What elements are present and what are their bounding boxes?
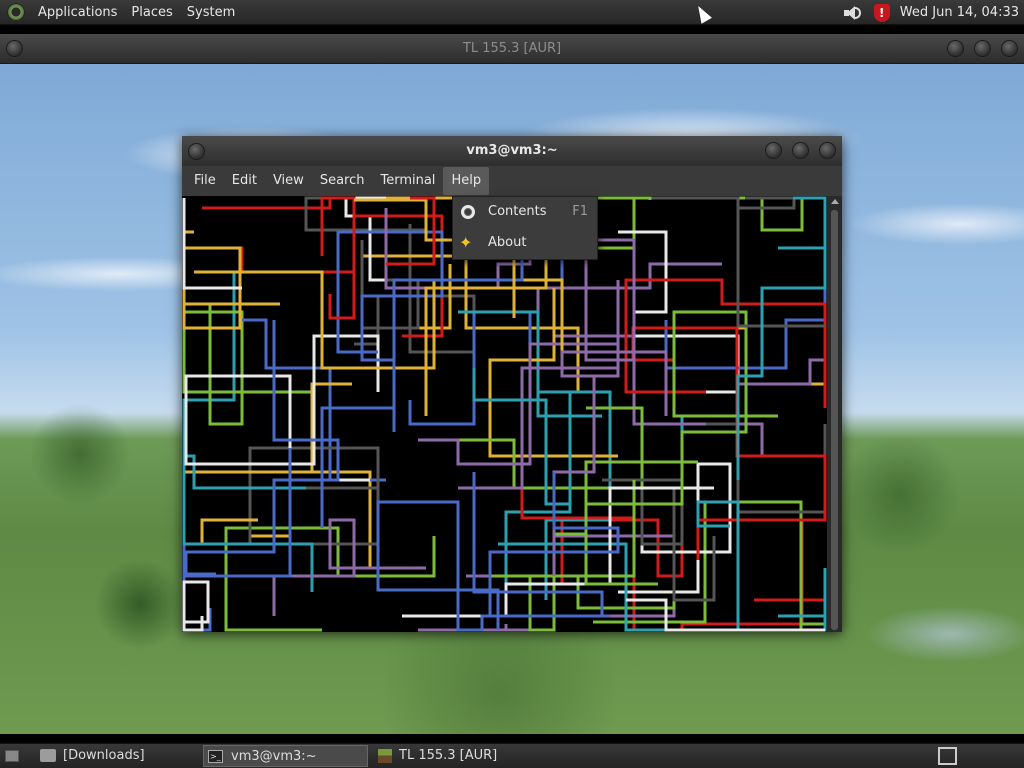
folder-icon <box>40 749 56 762</box>
system-menu[interactable]: System <box>180 0 242 25</box>
top-panel: Applications Places System Wed Jun 14, 0… <box>0 0 1024 25</box>
terminal-scrollbar[interactable] <box>827 196 842 632</box>
menu-view[interactable]: View <box>265 167 312 195</box>
terminal-close-button[interactable] <box>820 143 835 158</box>
panel-tray: Wed Jun 14, 04:33 <box>842 0 1024 25</box>
pipe-segment <box>194 214 444 338</box>
close-button[interactable] <box>1002 41 1017 56</box>
terminal-icon: >_ <box>208 750 223 763</box>
pipe-segment <box>706 422 827 514</box>
help-about-star-icon: ✦ <box>459 233 473 252</box>
help-dropdown-menu: Contents F1 ✦ About <box>452 196 598 260</box>
distro-logo-icon[interactable] <box>7 3 25 21</box>
task-terminal[interactable]: >_ vm3@vm3:~ <box>203 745 368 767</box>
panel-clock[interactable]: Wed Jun 14, 04:33 <box>900 5 1019 20</box>
applications-menu[interactable]: Applications <box>31 0 124 25</box>
workspace-switcher-icon[interactable] <box>938 747 957 765</box>
minimize-button[interactable] <box>948 41 963 56</box>
scrollbar-thumb[interactable] <box>831 210 838 630</box>
pipe-segment <box>736 196 827 480</box>
pipes-screensaver-art <box>182 196 827 632</box>
pipe-segment <box>272 518 426 616</box>
pipe-segment <box>560 496 684 586</box>
places-menu[interactable]: Places <box>124 0 179 25</box>
help-contents-label: Contents <box>488 204 547 219</box>
menu-edit[interactable]: Edit <box>224 167 265 195</box>
task-game-label: TL 155.3 [AUR] <box>399 748 498 763</box>
pipe-segment <box>182 580 210 632</box>
task-downloads-label: [Downloads] <box>63 748 145 763</box>
pipe-segment <box>182 230 280 330</box>
maximize-button[interactable] <box>975 41 990 56</box>
bottom-taskbar: [Downloads] >_ vm3@vm3:~ TL 155.3 [AUR] <box>0 743 1024 768</box>
scroll-up-arrow-icon[interactable] <box>831 199 839 204</box>
terminal-maximize-button[interactable] <box>793 143 808 158</box>
menu-help[interactable]: Help <box>443 167 490 195</box>
terminal-titlebar[interactable]: vm3@vm3:~ <box>182 136 842 166</box>
volume-icon[interactable] <box>842 5 862 21</box>
help-contents-item[interactable]: Contents F1 <box>453 197 597 227</box>
terminal-minimize-button[interactable] <box>766 143 781 158</box>
help-contents-lifebuoy-icon <box>461 205 475 219</box>
background-window-title: TL 155.3 [AUR] <box>462 41 562 56</box>
background-window-titlebar[interactable]: TL 155.3 [AUR] <box>0 34 1024 64</box>
cube-icon <box>378 749 392 763</box>
help-about-label: About <box>488 235 527 250</box>
terminal-menubar: File Edit View Search Terminal Help <box>182 166 842 196</box>
menu-terminal[interactable]: Terminal <box>372 167 443 195</box>
security-shield-icon[interactable] <box>873 3 890 22</box>
help-about-item[interactable]: ✦ About <box>453 228 597 258</box>
menu-file[interactable]: File <box>186 167 224 195</box>
help-contents-shortcut: F1 <box>572 204 588 219</box>
terminal-screen[interactable] <box>182 196 827 632</box>
pipe-segment <box>624 278 827 408</box>
pipe-segment <box>736 196 827 270</box>
show-desktop-icon[interactable] <box>5 750 19 762</box>
task-downloads[interactable]: [Downloads] <box>36 745 196 767</box>
menu-search[interactable]: Search <box>312 167 373 195</box>
pipe-segment <box>536 262 722 344</box>
terminal-title: vm3@vm3:~ <box>466 143 558 158</box>
task-terminal-label: vm3@vm3:~ <box>231 749 317 764</box>
task-game[interactable]: TL 155.3 [AUR] <box>372 745 542 767</box>
